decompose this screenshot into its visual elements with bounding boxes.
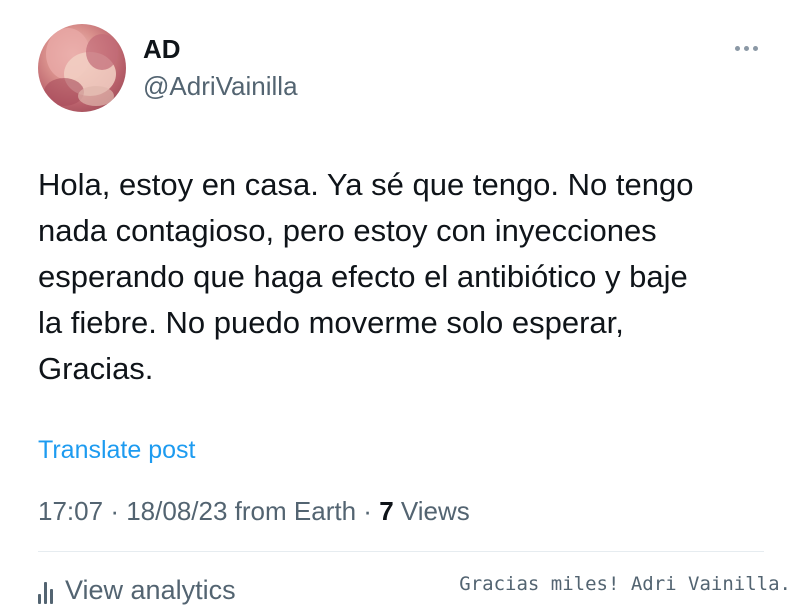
more-horizontal-icon-dot — [743, 45, 749, 51]
divider — [38, 551, 764, 552]
avatar[interactable] — [38, 24, 126, 112]
tweet-source: from Earth — [234, 496, 357, 526]
bar-chart-icon — [38, 578, 53, 606]
meta-separator: · — [363, 496, 372, 526]
view-analytics-label: View analytics — [65, 575, 236, 605]
views-label: Views — [400, 496, 470, 526]
more-options-button[interactable] — [728, 36, 764, 60]
user-handle[interactable]: @AdriVainilla — [143, 71, 298, 101]
tweet-meta: 17:07 · 18/08/23 from Earth · 7 Views — [38, 496, 470, 527]
view-analytics-button[interactable]: View analytics — [38, 574, 236, 606]
display-name[interactable]: AD — [143, 34, 181, 64]
tweet-date[interactable]: 18/08/23 — [126, 496, 227, 526]
translate-post-link[interactable]: Translate post — [38, 436, 195, 465]
more-horizontal-icon-dot — [752, 45, 758, 51]
tweet-text: Hola, estoy en casa. Ya sé que tengo. No… — [38, 167, 694, 386]
views-count: 7 — [379, 496, 394, 526]
avatar-image — [44, 28, 118, 106]
tweet-card: AD @AdriVainilla Hola, estoy en casa. Ya… — [0, 0, 800, 606]
more-horizontal-icon — [734, 45, 740, 51]
meta-separator: · — [110, 496, 119, 526]
watermark-caption: Gracias miles! Adri Vainilla. — [459, 573, 791, 595]
tweet-time[interactable]: 17:07 — [38, 496, 103, 526]
